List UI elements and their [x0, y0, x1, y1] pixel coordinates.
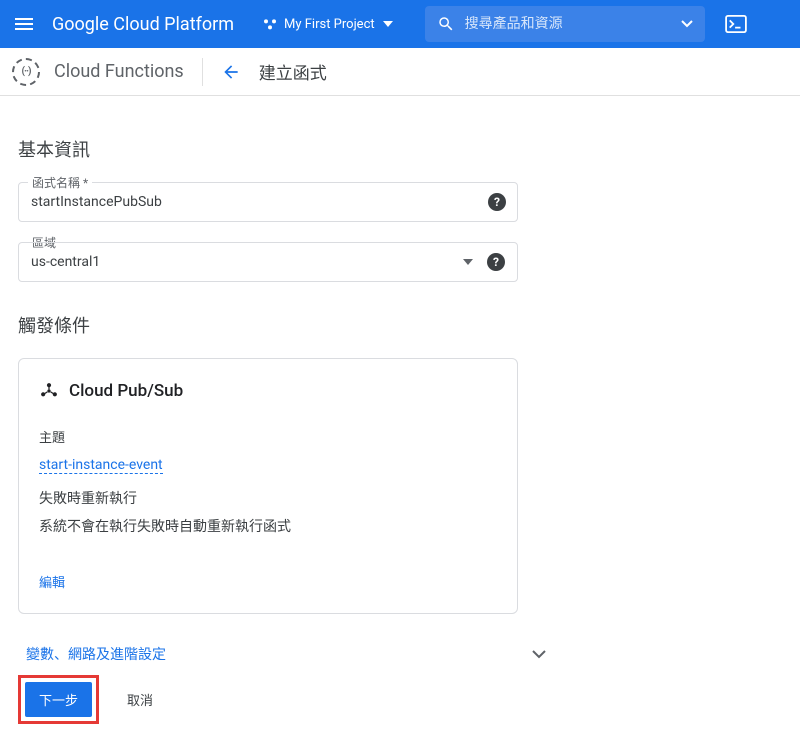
region-field-wrapper: 區域 us-central1 ?: [18, 242, 518, 282]
trigger-card: Cloud Pub/Sub 主題 start-instance-event 失敗…: [18, 358, 518, 614]
pubsub-icon: [39, 381, 59, 401]
top-bar: Google Cloud Platform My First Project: [0, 0, 800, 48]
retry-title: 失敗時重新執行: [39, 488, 497, 508]
search-input[interactable]: [465, 16, 673, 32]
sub-header: (··) Cloud Functions 建立函式: [0, 48, 800, 96]
content: 基本資訊 函式名稱 * ? 區域 us-central1 ? 觸發條件 Clou…: [0, 96, 800, 694]
cancel-button[interactable]: 取消: [113, 682, 167, 717]
help-icon[interactable]: ?: [488, 193, 506, 211]
platform-logo[interactable]: Google Cloud Platform: [52, 14, 234, 35]
search-container[interactable]: [425, 6, 705, 42]
page-title: 建立函式: [259, 59, 327, 84]
cloud-functions-icon: (··): [12, 58, 40, 86]
project-dots-icon: [262, 16, 278, 32]
topic-label: 主題: [39, 427, 497, 446]
topic-link[interactable]: start-instance-event: [39, 457, 163, 474]
function-name-input[interactable]: [18, 182, 518, 222]
project-name: My First Project: [284, 17, 375, 32]
advanced-settings-label: 變數、網路及進階設定: [26, 644, 166, 664]
hamburger-menu-icon[interactable]: [12, 12, 36, 36]
trigger-section-title: 觸發條件: [18, 312, 782, 338]
dropdown-arrow-icon: [383, 21, 393, 27]
service-name: Cloud Functions: [54, 61, 184, 82]
function-name-label: 函式名稱 *: [28, 174, 92, 191]
next-button[interactable]: 下一步: [25, 682, 92, 717]
region-value: us-central1: [31, 254, 100, 270]
retry-description: 系統不會在執行失敗時自動重新執行函式: [39, 516, 497, 536]
region-select[interactable]: us-central1 ?: [18, 242, 518, 282]
chevron-down-icon: [463, 259, 473, 265]
footer-actions: 下一步 取消: [18, 675, 167, 724]
next-button-highlight: 下一步: [18, 675, 99, 724]
trigger-type: Cloud Pub/Sub: [69, 381, 183, 401]
back-arrow-icon[interactable]: [221, 62, 241, 82]
function-name-field-wrapper: 函式名稱 * ?: [18, 182, 518, 222]
divider: [202, 58, 203, 86]
cloud-shell-icon[interactable]: [725, 15, 747, 33]
basic-info-title: 基本資訊: [18, 136, 782, 162]
edit-trigger-link[interactable]: 編輯: [39, 572, 497, 591]
search-dropdown-icon[interactable]: [681, 20, 693, 28]
chevron-down-icon: [532, 650, 546, 659]
help-icon[interactable]: ?: [487, 253, 505, 271]
trigger-header: Cloud Pub/Sub: [39, 381, 497, 401]
search-icon: [437, 15, 455, 33]
project-selector[interactable]: My First Project: [254, 10, 401, 38]
